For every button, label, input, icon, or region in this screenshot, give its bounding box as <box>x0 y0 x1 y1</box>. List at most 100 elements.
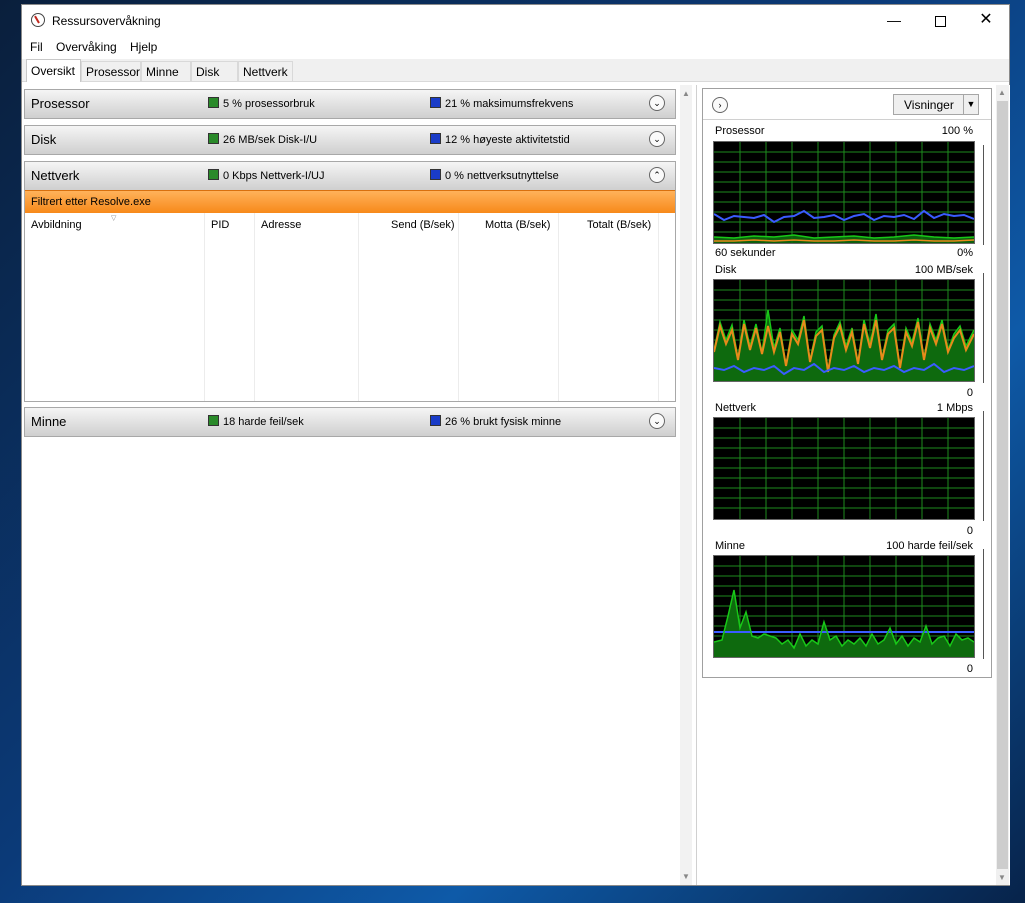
resource-monitor-icon <box>31 13 45 27</box>
memory-graph-min: 0 <box>966 663 973 675</box>
window-title: Ressursovervåkning <box>52 14 161 28</box>
network-graph-max: 1 Mbps <box>936 402 973 414</box>
processor-graph-svg <box>714 142 974 243</box>
graph-panel: › Visninger ▼ Prosessor 100 % 60 sekunde… <box>702 88 992 678</box>
memory-graph-svg <box>714 556 974 657</box>
processor-axis <box>979 145 984 245</box>
network-section-title: Nettverk <box>31 168 80 183</box>
collapse-graphs-button[interactable]: › <box>712 97 728 113</box>
memory-graph-max: 100 harde feil/sek <box>886 540 973 552</box>
sort-caret-icon: ▽ <box>111 215 117 222</box>
processor-section-header[interactable]: Prosessor 5 % prosessorbruk 21 % maksimu… <box>25 90 675 118</box>
tab-processor[interactable]: Prosessor <box>81 61 141 81</box>
column-address[interactable]: Adresse <box>261 219 301 231</box>
expand-memory-button[interactable]: ⌄ <box>649 413 665 429</box>
blue-legend-icon <box>430 133 441 144</box>
resource-monitor-window: Ressursovervåkning — ✕ Fil Overvåking Hj… <box>21 4 1010 886</box>
memory-used-stat: 26 % brukt fysisk minne <box>430 415 561 428</box>
collapse-network-button[interactable]: ⌃ <box>649 167 665 183</box>
tab-network[interactable]: Nettverk <box>238 61 293 81</box>
column-image[interactable]: Avbildning <box>31 219 82 231</box>
menu-monitor[interactable]: Overvåking <box>56 40 117 54</box>
tab-bar: Oversikt Prosessor Minne Disk Nettverk <box>22 59 1009 82</box>
column-receive[interactable]: Motta (B/sek) <box>485 219 550 231</box>
processor-graph-title: Prosessor <box>715 125 765 137</box>
maximize-button[interactable] <box>917 5 963 35</box>
title-bar[interactable]: Ressursovervåkning — ✕ <box>22 5 1009 35</box>
menu-help[interactable]: Hjelp <box>130 40 157 54</box>
graph-pane: › Visninger ▼ Prosessor 100 % 60 sekunde… <box>696 85 1010 885</box>
network-graph-title: Nettverk <box>715 402 756 414</box>
memory-graph <box>713 555 975 658</box>
disk-graph-min: 0 <box>966 387 973 399</box>
green-legend-icon <box>208 169 219 180</box>
views-dropdown-icon[interactable]: ▼ <box>963 95 978 114</box>
scrollbar-thumb[interactable] <box>997 101 1008 869</box>
blue-legend-icon <box>430 169 441 180</box>
close-button[interactable]: ✕ <box>963 5 1009 35</box>
column-send[interactable]: Send (B/sek) <box>391 219 455 231</box>
disk-graph-title: Disk <box>715 264 737 276</box>
memory-graph-title: Minne <box>715 540 745 552</box>
network-graph-svg <box>714 418 974 519</box>
processor-graph-max: 100 % <box>941 125 973 137</box>
network-section: Nettverk 0 Kbps Nettverk-I/UJ 0 % nettve… <box>24 161 676 402</box>
processor-graph-timespan: 60 sekunder <box>715 247 776 259</box>
processor-section-title: Prosessor <box>31 96 90 111</box>
memory-axis <box>979 549 984 659</box>
overview-scrollbar[interactable]: ▲ ▼ <box>680 85 692 885</box>
tab-memory[interactable]: Minne <box>141 61 191 81</box>
graph-scrollbar[interactable]: ▲ ▼ <box>996 85 1009 885</box>
processor-frequency-stat: 21 % maksimumsfrekvens <box>430 97 573 110</box>
disk-graph-max: 100 MB/sek <box>914 264 973 276</box>
network-utilization-stat: 0 % nettverksutnyttelse <box>430 169 559 182</box>
network-graph <box>713 417 975 520</box>
processor-graph-min: 0% <box>957 247 973 259</box>
memory-section-title: Minne <box>31 414 67 429</box>
memory-section: Minne 18 harde feil/sek 26 % brukt fysis… <box>24 407 676 437</box>
memory-faults-stat: 18 harde feil/sek <box>208 415 304 428</box>
menu-file[interactable]: Fil <box>30 40 43 54</box>
disk-section: Disk 26 MB/sek Disk-I/U 12 % høyeste akt… <box>24 125 676 155</box>
network-axis <box>979 411 984 521</box>
graph-grid <box>714 418 974 519</box>
graph-toolbar: › Visninger ▼ <box>703 89 991 120</box>
scroll-up-icon[interactable]: ▲ <box>997 88 1007 97</box>
views-button[interactable]: Visninger ▼ <box>893 94 979 115</box>
green-legend-icon <box>208 133 219 144</box>
disk-section-title: Disk <box>31 132 57 147</box>
scroll-up-icon[interactable]: ▲ <box>681 89 691 98</box>
processor-graph <box>713 141 975 244</box>
disk-graph-svg <box>714 280 974 381</box>
graph-grid <box>714 142 974 243</box>
column-pid[interactable]: PID <box>211 219 229 231</box>
minimize-button[interactable]: — <box>871 5 917 35</box>
tab-overview[interactable]: Oversikt <box>26 59 81 82</box>
overview-pane: Prosessor 5 % prosessorbruk 21 % maksimu… <box>22 85 678 885</box>
network-section-header[interactable]: Nettverk 0 Kbps Nettverk-I/UJ 0 % nettve… <box>25 162 675 190</box>
expand-processor-button[interactable]: ⌄ <box>649 95 665 111</box>
memory-section-header[interactable]: Minne 18 harde feil/sek 26 % brukt fysis… <box>25 408 675 436</box>
disk-io-stat: 26 MB/sek Disk-I/U <box>208 133 317 146</box>
green-legend-icon <box>208 97 219 108</box>
scroll-down-icon[interactable]: ▼ <box>997 873 1007 882</box>
tab-disk[interactable]: Disk <box>191 61 238 81</box>
menu-bar: Fil Overvåking Hjelp <box>22 37 1009 57</box>
expand-disk-button[interactable]: ⌄ <box>649 131 665 147</box>
disk-axis <box>979 273 984 383</box>
scroll-down-icon[interactable]: ▼ <box>681 872 691 881</box>
disk-graph <box>713 279 975 382</box>
network-graph-min: 0 <box>966 525 973 537</box>
processor-section: Prosessor 5 % prosessorbruk 21 % maksimu… <box>24 89 676 119</box>
disk-section-header[interactable]: Disk 26 MB/sek Disk-I/U 12 % høyeste akt… <box>25 126 675 154</box>
green-legend-icon <box>208 415 219 426</box>
disk-activity-stat: 12 % høyeste aktivitetstid <box>430 133 570 146</box>
network-table: ▽ Avbildning PID Adresse Send (B/sek) Mo… <box>25 213 675 401</box>
blue-legend-icon <box>430 415 441 426</box>
filter-bar[interactable]: Filtrert etter Resolve.exe <box>25 190 675 213</box>
blue-legend-icon <box>430 97 441 108</box>
processor-usage-stat: 5 % prosessorbruk <box>208 97 315 110</box>
column-total[interactable]: Totalt (B/sek) <box>587 219 651 231</box>
maximize-icon <box>934 15 946 27</box>
network-io-stat: 0 Kbps Nettverk-I/UJ <box>208 169 324 182</box>
